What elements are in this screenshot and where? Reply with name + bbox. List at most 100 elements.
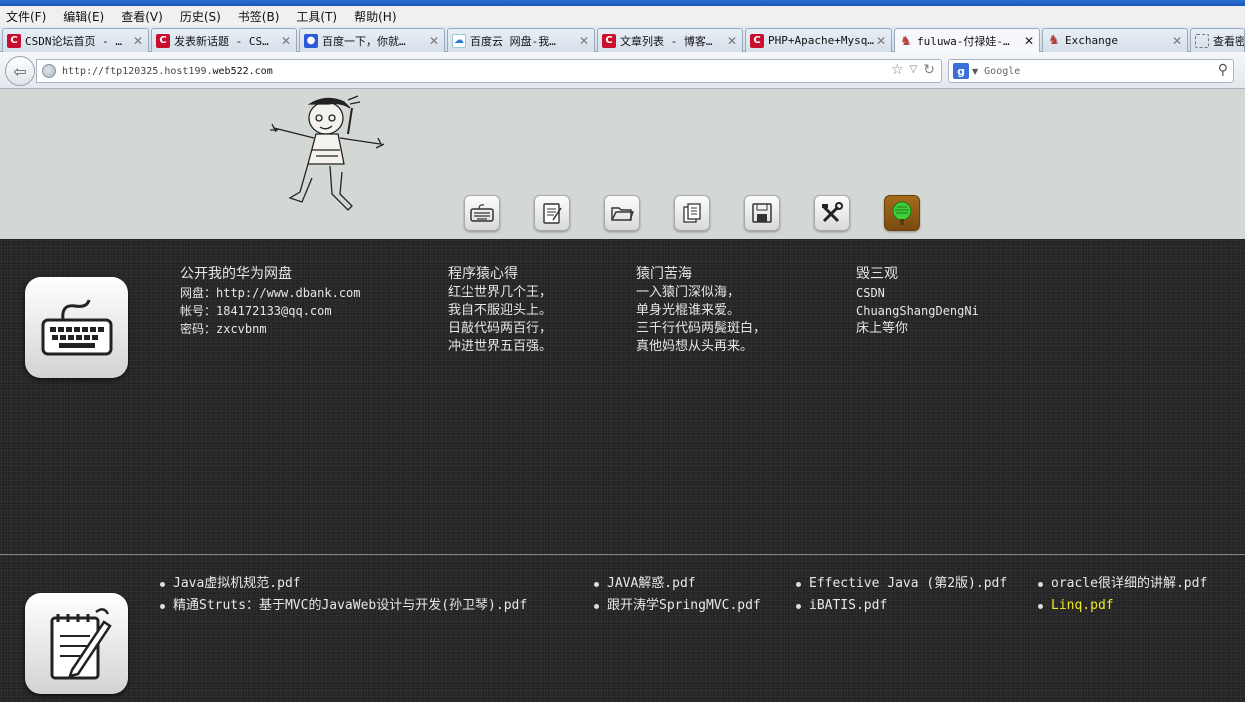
menu-bar: 文件(F) 编辑(E) 查看(V) 历史(S) 书签(B) 工具(T) 帮助(H…: [0, 6, 1245, 26]
file-link[interactable]: 跟开涛学SpringMVC.pdf: [593, 595, 761, 617]
tab-strip: C CSDN论坛首页 - … ✕ C 发表新话题 - CS… ✕ ● 百度一下，…: [0, 26, 1245, 53]
close-icon[interactable]: ✕: [131, 34, 145, 48]
bookmark-star-icon[interactable]: ☆: [891, 62, 904, 78]
column-programmer-notes: 程序猿心得 红尘世界几个王， 我自不服迎头上。 日敲代码两百行， 冲进世界五百强…: [448, 264, 552, 356]
notepad-section-icon: [25, 593, 128, 694]
fuluwa-icon: ♞: [900, 33, 912, 49]
tools-button[interactable]: [814, 195, 850, 231]
column-line: 冲进世界五百强。: [448, 339, 553, 354]
column-line: 三千行代码两鬓斑白，: [636, 321, 767, 336]
tab-label: Exchange: [1065, 34, 1118, 47]
column-line: CSDN: [856, 286, 885, 300]
page-header: [0, 89, 1245, 239]
tab-label: CSDN论坛首页 - …: [25, 34, 122, 48]
column-line: ChuangShangDengNi: [856, 304, 979, 318]
section-divider: [0, 554, 1245, 555]
menu-view[interactable]: 查看(V): [121, 8, 163, 25]
file-link-highlighted[interactable]: Linq.pdf: [1037, 595, 1207, 617]
csdn-icon: C: [602, 33, 616, 48]
file-link[interactable]: iBATIS.pdf: [795, 595, 1007, 617]
tab-fuluwa[interactable]: ♞ fuluwa-付禄娃-… ✕: [894, 28, 1040, 53]
folder-button[interactable]: [604, 195, 640, 231]
chevron-down-icon[interactable]: ▼: [972, 67, 978, 76]
column-line: 单身光棍谁来爱。: [636, 303, 741, 318]
save-icon: [752, 203, 772, 223]
folder-icon: [611, 207, 635, 221]
tree-button[interactable]: [884, 195, 920, 231]
close-icon[interactable]: ✕: [725, 34, 739, 48]
mascot-image: [270, 95, 385, 211]
column-sea-of-bitterness: 猿门苦海 一入猿门深似海， 单身光棍谁来爱。 三千行代码两鬓斑白， 真他妈想从头…: [636, 264, 766, 356]
file-link[interactable]: 精通Struts：基于MVC的JavaWeb设计与开发(孙卫琴).pdf: [159, 595, 527, 617]
url-text[interactable]: http://ftp120325.host199.web522.com: [62, 66, 273, 77]
search-input[interactable]: Google: [984, 66, 1020, 77]
tab-view-password[interactable]: 查看密: [1190, 28, 1245, 52]
search-bar[interactable]: g ▼ Google ⚲: [948, 59, 1234, 83]
back-arrow-icon: ⇦: [13, 61, 27, 81]
menu-help[interactable]: 帮助(H): [354, 8, 396, 25]
tools-icon: [822, 202, 843, 223]
tab-php-apache[interactable]: C PHP+Apache+Mysq… ✕: [745, 28, 892, 52]
file-list-1: Java虚拟机规范.pdf 精通Struts：基于MVC的JavaWeb设计与开…: [159, 573, 527, 617]
url-prefix: http://ftp120325.host199.: [62, 65, 213, 77]
tab-label: 查看密: [1213, 34, 1244, 48]
tab-exchange[interactable]: ♞ Exchange ✕: [1042, 28, 1188, 52]
keyboard-button[interactable]: [464, 195, 500, 231]
search-icon[interactable]: ⚲: [1218, 62, 1228, 78]
file-link[interactable]: Effective Java (第2版).pdf: [795, 573, 1007, 595]
file-link[interactable]: oracle很详细的讲解.pdf: [1037, 573, 1207, 595]
menu-history[interactable]: 历史(S): [180, 8, 221, 25]
save-button[interactable]: [744, 195, 780, 231]
column-line: 真他妈想从头再来。: [636, 339, 754, 354]
copy-icon: [683, 203, 701, 223]
close-icon[interactable]: ✕: [1022, 34, 1036, 48]
menu-file[interactable]: 文件(F): [6, 8, 46, 25]
close-icon[interactable]: ✕: [427, 34, 441, 48]
back-button[interactable]: ⇦: [5, 56, 35, 86]
column-line: 红尘世界几个王，: [448, 285, 553, 300]
file-link[interactable]: Java虚拟机规范.pdf: [159, 573, 527, 595]
close-icon[interactable]: ✕: [577, 34, 591, 48]
tab-label: fuluwa-付禄娃-…: [917, 35, 1010, 48]
history-dropdown-icon[interactable]: ▽: [910, 64, 918, 78]
reload-icon[interactable]: ↻: [923, 62, 935, 78]
column-heading: 公开我的华为网盘: [180, 266, 292, 282]
tab-label: PHP+Apache+Mysq…: [768, 34, 874, 47]
address-bar[interactable]: http://ftp120325.host199.web522.com ☆ ▽ …: [36, 59, 942, 83]
csdn-icon: C: [750, 33, 764, 48]
copy-button[interactable]: [674, 195, 710, 231]
column-line: 床上等你: [856, 321, 909, 336]
tree-icon: [892, 201, 912, 225]
close-icon[interactable]: ✕: [279, 34, 293, 48]
file-list-3: Effective Java (第2版).pdf iBATIS.pdf: [795, 573, 1007, 617]
tab-csdn-forum[interactable]: C CSDN论坛首页 - … ✕: [2, 28, 149, 52]
menu-tools[interactable]: 工具(T): [296, 8, 337, 25]
tab-baidu-cloud[interactable]: ☁ 百度云 网盘-我… ✕: [447, 28, 595, 52]
menu-bookmarks[interactable]: 书签(B): [238, 8, 280, 25]
url-host: web522.com: [212, 65, 273, 77]
google-icon[interactable]: g: [953, 63, 969, 79]
close-icon[interactable]: ✕: [1170, 34, 1184, 48]
tab-baidu[interactable]: ● 百度一下，你就… ✕: [299, 28, 445, 52]
notepad-button[interactable]: [534, 195, 570, 231]
column-line: 日敲代码两百行，: [448, 321, 553, 336]
column-heading: 猿门苦海: [636, 266, 692, 282]
file-list-2: JAVA解惑.pdf 跟开涛学SpringMVC.pdf: [593, 573, 761, 617]
close-icon[interactable]: ✕: [874, 34, 888, 48]
tab-article-list[interactable]: C 文章列表 - 博客… ✕: [597, 28, 743, 52]
file-list-4: oracle很详细的讲解.pdf Linq.pdf: [1037, 573, 1207, 617]
navigation-bar: ⇦ http://ftp120325.host199.web522.com ☆ …: [0, 52, 1245, 89]
tab-new-topic[interactable]: C 发表新话题 - CS… ✕: [151, 28, 297, 52]
keyboard-icon: [41, 299, 112, 355]
menu-edit[interactable]: 编辑(E): [63, 8, 104, 25]
baidu-paw-icon: ●: [304, 33, 318, 48]
column-line: 一入猿门深似海，: [636, 285, 741, 300]
column-line: 帐号：184172133@qq.com: [180, 304, 332, 318]
baidu-cloud-icon: ☁: [452, 33, 466, 48]
column-line: 我自不服迎头上。: [448, 303, 553, 318]
keyboard-icon: [470, 204, 494, 222]
file-link[interactable]: JAVA解惑.pdf: [593, 573, 761, 595]
column-heading: 程序猿心得: [448, 266, 518, 282]
notepad-icon: [543, 203, 562, 224]
column-line: 网盘：http://www.dbank.com: [180, 286, 361, 300]
